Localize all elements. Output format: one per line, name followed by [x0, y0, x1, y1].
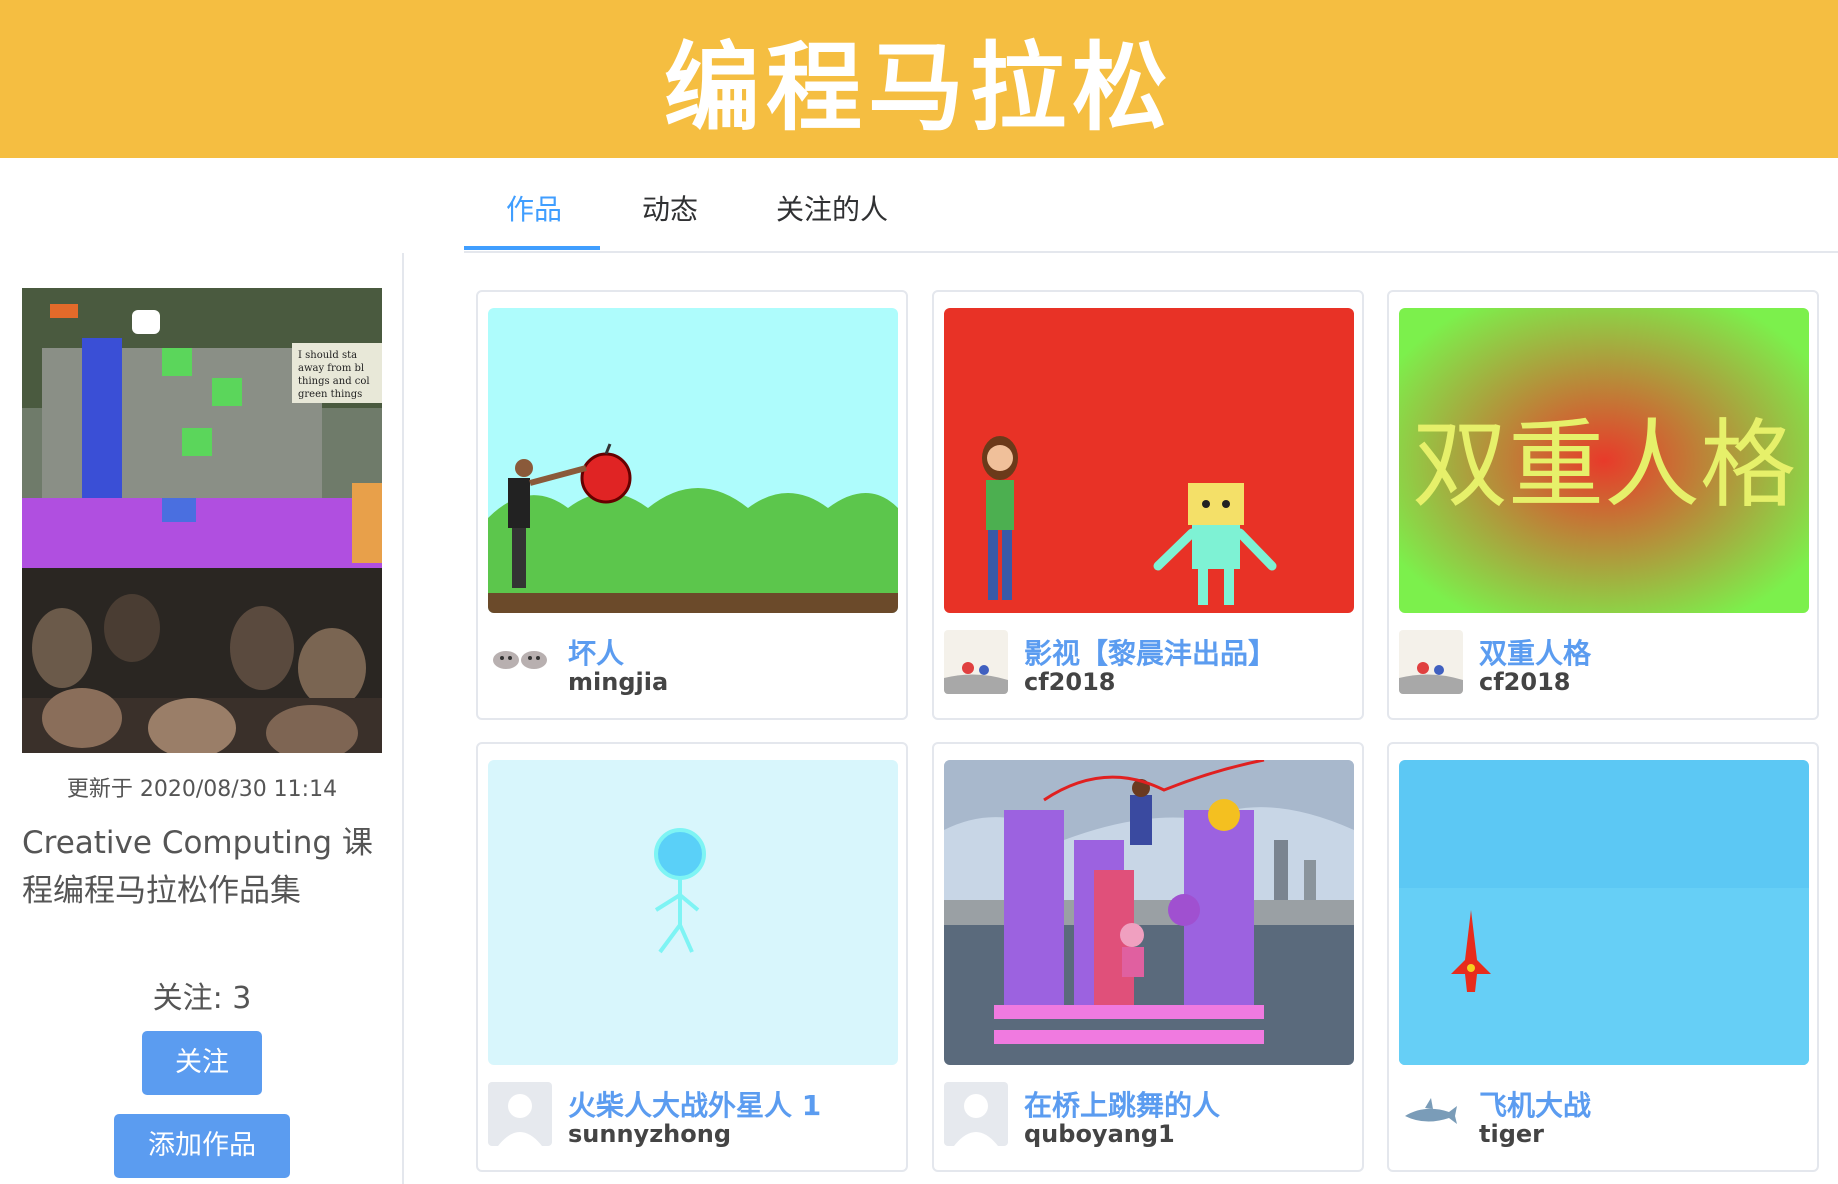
project-card[interactable]: 在桥上跳舞的人 quboyang1 [932, 742, 1364, 1172]
project-thumbnail[interactable] [1399, 760, 1809, 1065]
project-author[interactable]: cf2018 [1479, 668, 1570, 696]
studio-sidebar: I should sta away from bl things and col… [0, 253, 404, 1184]
author-avatar[interactable] [944, 1082, 1008, 1146]
author-avatar[interactable] [488, 630, 552, 694]
project-card[interactable]: 双重人格 双重人格 cf2018 [1387, 290, 1819, 720]
project-title[interactable]: 在桥上跳舞的人 [1024, 1084, 1220, 1124]
project-title[interactable]: 飞机大战 [1479, 1084, 1591, 1124]
svg-text:away from bl: away from bl [298, 363, 364, 374]
project-author[interactable]: sunnyzhong [568, 1120, 731, 1148]
project-card[interactable]: 火柴人大战外星人 1 sunnyzhong [476, 742, 908, 1172]
follower-count: 关注: 3 [152, 981, 252, 1016]
project-thumbnail[interactable]: 双重人格 [1399, 308, 1809, 613]
studio-cover-image: I should sta away from bl things and col… [22, 288, 382, 753]
project-author[interactable]: quboyang1 [1024, 1120, 1175, 1148]
studio-title: Creative Computing 课程编程马拉松作品集 [22, 825, 373, 909]
svg-text:I should sta: I should sta [298, 350, 357, 361]
svg-text:things and col: things and col [298, 376, 370, 387]
project-title[interactable]: 火柴人大战外星人 1 [568, 1084, 821, 1124]
updated-timestamp: 更新于 2020/08/30 11:14 [66, 777, 338, 802]
follow-button[interactable]: 关注 [142, 1031, 262, 1095]
shark-avatar[interactable] [1399, 1082, 1463, 1146]
project-author[interactable]: mingjia [568, 668, 668, 696]
project-thumbnail[interactable] [944, 760, 1354, 1065]
project-title[interactable]: 坏人 [568, 632, 624, 672]
project-card[interactable]: 影视【黎晨沣出品】 cf2018 [932, 290, 1364, 720]
project-card[interactable]: 飞机大战 tiger [1387, 742, 1819, 1172]
tab-activity[interactable]: 动态 [642, 188, 698, 228]
project-thumbnail[interactable] [944, 308, 1354, 613]
project-title[interactable]: 影视【黎晨沣出品】 [1024, 632, 1276, 672]
banner-title: 编程马拉松 [664, 31, 1174, 144]
svg-text:green things: green things [298, 389, 362, 400]
thumbnail-text: 双重人格 [1412, 409, 1796, 521]
active-tab-indicator [464, 246, 600, 250]
project-title[interactable]: 双重人格 [1479, 632, 1591, 672]
add-project-button[interactable]: 添加作品 [114, 1114, 290, 1178]
tab-followers[interactable]: 关注的人 [776, 188, 888, 228]
project-card[interactable]: 坏人 mingjia [476, 290, 908, 720]
author-avatar[interactable] [488, 1082, 552, 1146]
project-thumbnail[interactable] [488, 308, 898, 613]
author-avatar[interactable] [944, 630, 1008, 694]
tab-projects[interactable]: 作品 [506, 188, 562, 228]
project-thumbnail[interactable] [488, 760, 898, 1065]
tab-bar: 作品 动态 关注的人 [464, 158, 1838, 253]
project-author[interactable]: cf2018 [1024, 668, 1115, 696]
author-avatar[interactable] [1399, 630, 1463, 694]
studio-banner: 编程马拉松 [0, 0, 1838, 158]
project-author[interactable]: tiger [1479, 1120, 1544, 1148]
